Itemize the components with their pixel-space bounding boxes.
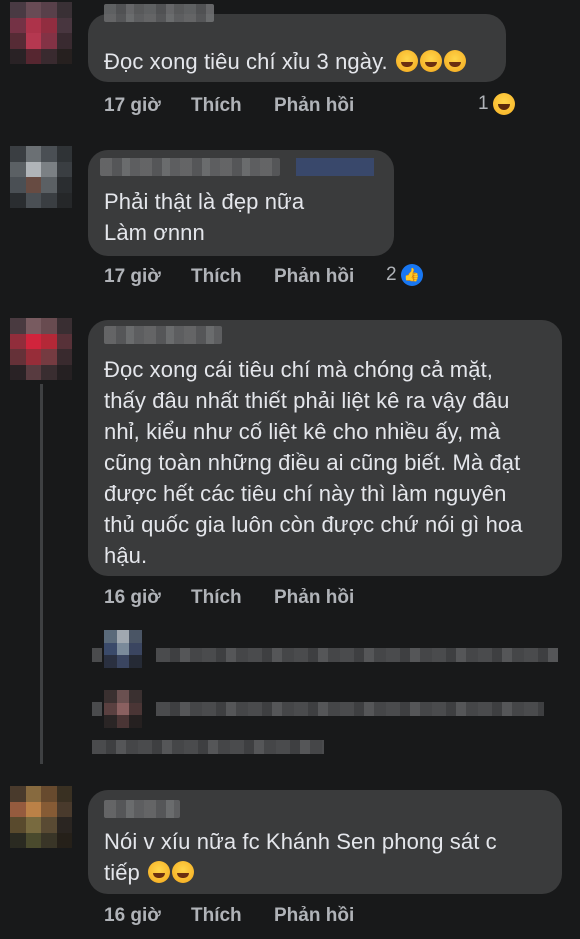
commenter-name[interactable] [104, 4, 214, 22]
rofl-emoji-icon [443, 50, 466, 72]
commenter-avatar[interactable] [10, 2, 72, 64]
comment-text: Đọc xong tiêu chí xỉu 3 ngày. [104, 46, 466, 77]
commenter-name[interactable] [104, 326, 222, 344]
reply-avatar[interactable] [104, 630, 142, 668]
reaction-summary[interactable]: 2 👍 [386, 264, 423, 286]
blurred-reply-text [92, 702, 102, 716]
reply-button[interactable]: Phản hồi [274, 587, 354, 609]
comment-text: Đọc xong cái tiêu chí mà chóng cả mặt, t… [104, 357, 523, 568]
haha-emoji-icon [492, 93, 515, 115]
like-button[interactable]: Thích [191, 95, 242, 117]
blurred-reply-text [92, 648, 102, 662]
reply-button[interactable]: Phản hồi [274, 905, 354, 927]
like-button[interactable]: Thích [191, 905, 242, 927]
reaction-summary[interactable]: 1 [478, 93, 515, 115]
reply-button[interactable]: Phản hồi [274, 95, 354, 117]
reply-thread-line [40, 384, 43, 764]
commenter-avatar[interactable] [10, 146, 72, 208]
commenter-avatar[interactable] [10, 786, 72, 848]
comment-text: Nói v xíu nữa fc Khánh Sen phong sát c t… [104, 829, 497, 885]
commenter-name[interactable] [100, 158, 280, 176]
blurred-reply-text [156, 702, 544, 716]
rofl-emoji-icon [419, 50, 442, 72]
blurred-reply-text [156, 648, 558, 662]
reaction-count: 2 [386, 264, 397, 285]
comment-time[interactable]: 17 giờ [104, 95, 161, 117]
zany-face-emoji-icon [172, 861, 195, 883]
comment-text: Phải thật là đẹp nữa Làm ơnnn [104, 189, 305, 245]
like-button[interactable]: Thích [191, 266, 242, 288]
reaction-count: 1 [478, 93, 489, 114]
commenter-badge [296, 158, 374, 176]
comment-time[interactable]: 16 giờ [104, 587, 161, 609]
comment-time[interactable]: 17 giờ [104, 266, 161, 288]
reply-button[interactable]: Phản hồi [274, 266, 354, 288]
reply-avatar[interactable] [104, 690, 142, 728]
like-button[interactable]: Thích [191, 587, 242, 609]
blurred-reply-text [92, 740, 324, 754]
comment-time[interactable]: 16 giờ [104, 905, 161, 927]
commenter-name[interactable] [104, 800, 180, 818]
rofl-emoji-icon [395, 50, 418, 72]
rofl-emoji-icon [148, 861, 171, 883]
like-reaction-icon: 👍 [400, 264, 423, 286]
commenter-avatar[interactable] [10, 318, 72, 380]
